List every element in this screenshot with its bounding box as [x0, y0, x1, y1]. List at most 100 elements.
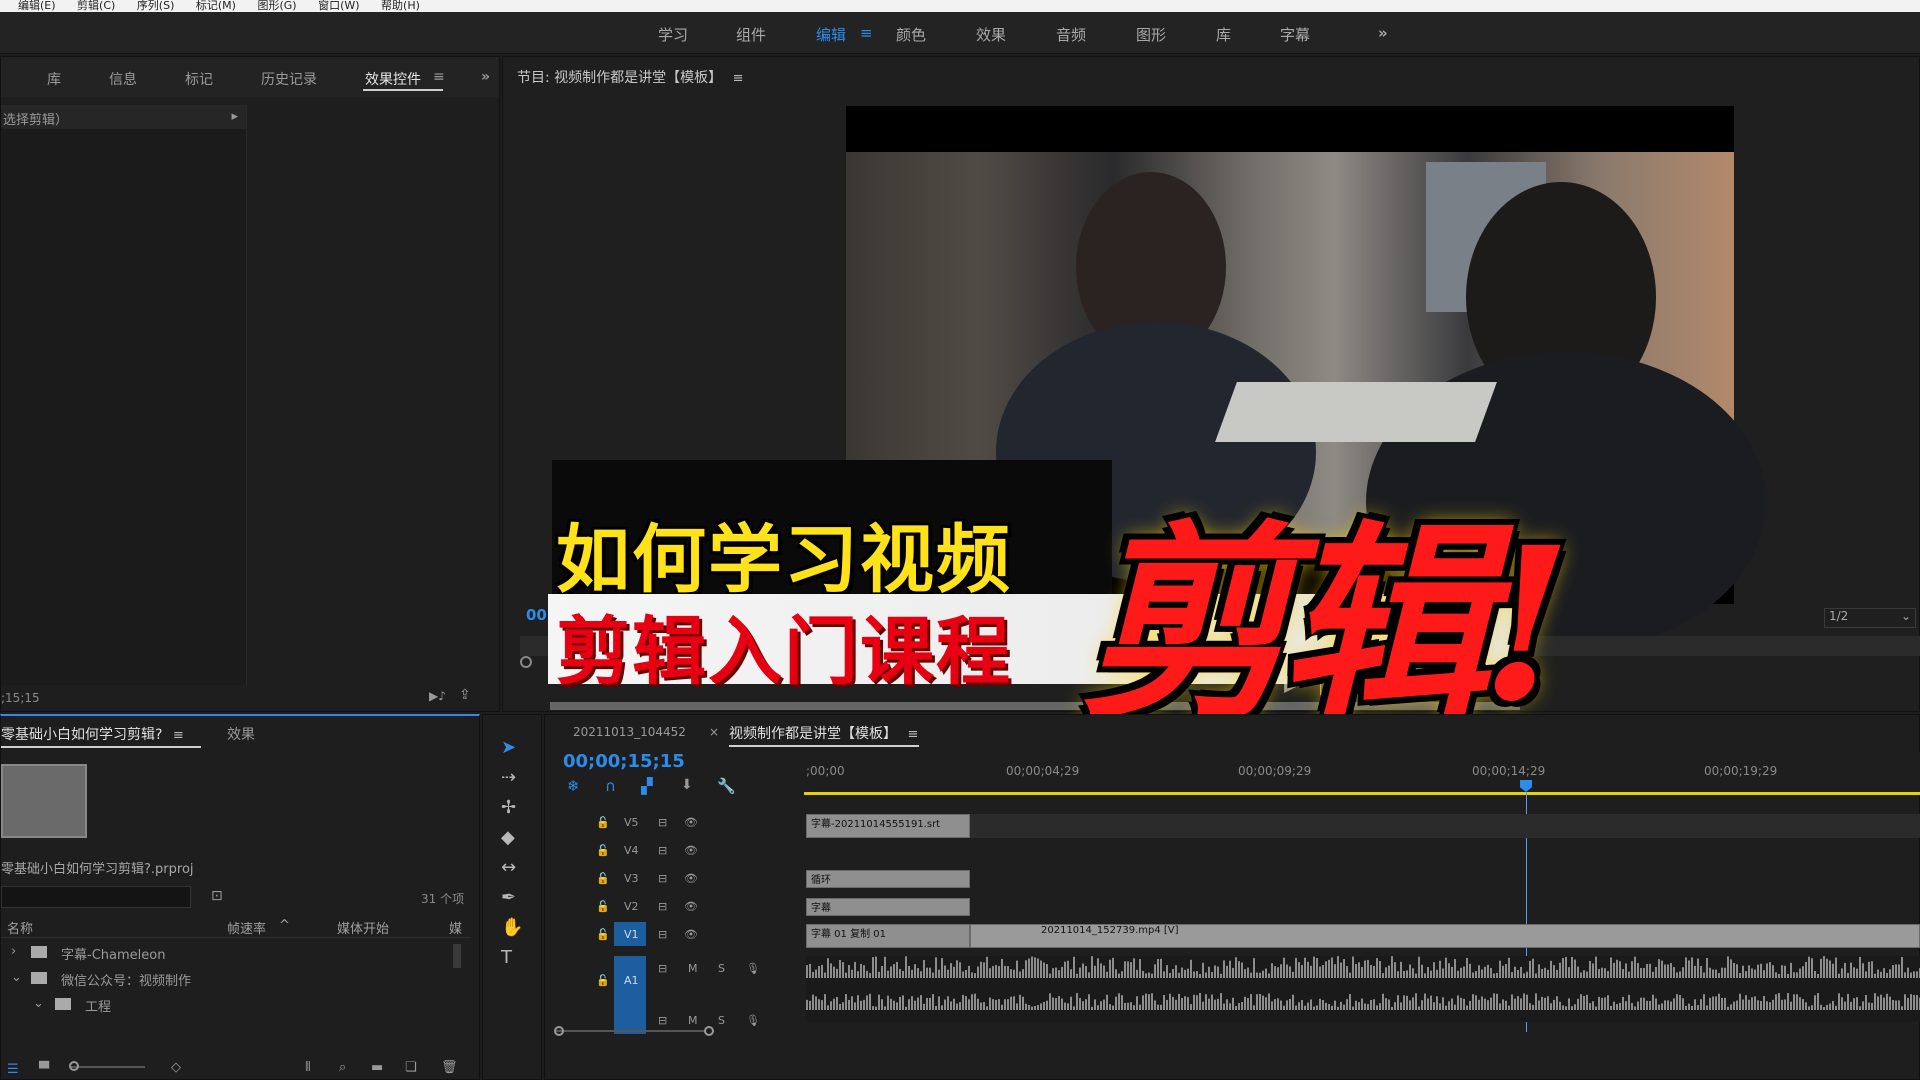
timeline-menu-icon[interactable]: ≡ — [907, 727, 918, 742]
clip-video-mp4[interactable]: 20211014_152739.mp4 [V] — [970, 924, 1920, 948]
project-row[interactable]: ⌄ 工程 — [1, 996, 471, 1022]
automate-icon[interactable]: ⦀ — [305, 1060, 311, 1075]
lock-icon[interactable]: 🔓 — [596, 900, 610, 913]
eye-icon[interactable]: 👁 — [684, 816, 698, 829]
sync-lock-icon[interactable]: ⊟ — [658, 900, 667, 913]
menu-window[interactable]: 窗口(W) — [318, 0, 359, 12]
clip-subtitle-copy[interactable]: 字幕 01 复制 01 — [806, 924, 970, 948]
track-select-tool-icon[interactable]: ⇢ — [501, 767, 516, 788]
sync-lock-icon[interactable]: ⊟ — [658, 962, 667, 975]
program-menu-icon[interactable]: ≡ — [733, 71, 744, 86]
selection-tool-icon[interactable]: ➤ — [501, 737, 516, 758]
mute-button[interactable]: M — [688, 1014, 698, 1027]
add-marker-icon[interactable]: ⬇ — [681, 777, 693, 793]
search-icon[interactable]: ⌕ — [339, 1060, 346, 1075]
project-row[interactable]: ⌄ 微信公众号：视频制作 — [1, 970, 471, 996]
microphone-icon[interactable]: 🎙 — [746, 962, 760, 975]
resolution-select[interactable]: 1/2 ⌄ — [1824, 608, 1916, 628]
linked-selection-icon[interactable]: ▞ — [641, 777, 653, 795]
nest-icon[interactable]: ❄ — [567, 777, 580, 795]
timeline-tab-2[interactable]: 视频制作都是讲堂【模板】 ≡ — [729, 723, 918, 743]
clip-subtitle-srt[interactable]: 字幕-20211014555191.srt — [806, 814, 970, 838]
snap-icon[interactable]: ∩ — [605, 777, 616, 795]
ripple-edit-tool-icon[interactable]: ✢ — [501, 797, 516, 818]
program-monitor-title[interactable]: 节目: 视频制作都是讲堂【模板】 ≡ — [517, 67, 744, 87]
collapse-arrow-icon[interactable]: ⌄ — [33, 996, 44, 1011]
razor-tool-icon[interactable]: ◆ — [501, 827, 515, 848]
panel-more-icon[interactable]: » — [481, 69, 490, 85]
timeline-tab-1[interactable]: 20211013_104452 — [573, 725, 686, 739]
clip-loop[interactable]: 循环 — [806, 870, 970, 888]
tab-libraries[interactable]: 库 — [47, 69, 61, 89]
wrench-icon[interactable]: 🔧 — [717, 777, 736, 795]
panel-menu-icon[interactable]: ≡ — [433, 69, 445, 85]
clip-subtitle[interactable]: 字幕 — [806, 898, 970, 916]
solo-button[interactable]: S — [718, 1014, 725, 1027]
project-search-input[interactable] — [1, 886, 191, 908]
track-label-v2[interactable]: V2 — [624, 900, 639, 913]
workspace-color[interactable]: 颜色 — [896, 24, 926, 45]
column-media[interactable]: 媒 — [449, 918, 462, 937]
new-item-icon[interactable]: ❏ — [405, 1060, 417, 1075]
slip-tool-icon[interactable]: ↔ — [501, 857, 516, 878]
timeline-timecode[interactable]: 00;00;15;15 — [563, 751, 685, 772]
sync-lock-icon[interactable]: ⊟ — [658, 844, 667, 857]
timeline-zoom-right-handle[interactable] — [704, 1026, 714, 1036]
expand-arrow-icon[interactable]: › — [11, 944, 16, 959]
audio-clip-a1[interactable] — [806, 956, 1920, 1022]
eye-icon[interactable]: 👁 — [684, 900, 698, 913]
trash-icon[interactable]: 🗑 — [441, 1060, 458, 1075]
type-tool-icon[interactable]: T — [501, 947, 512, 968]
workspace-menu-icon[interactable]: ≡ — [860, 24, 873, 42]
workspace-learn[interactable]: 学习 — [658, 24, 688, 45]
project-scrollbar[interactable] — [453, 944, 461, 968]
collapse-arrow-icon[interactable]: ⌄ — [11, 970, 22, 985]
track-label-v3[interactable]: V3 — [624, 872, 639, 885]
sort-up-icon[interactable]: ^ — [279, 918, 290, 933]
track-label-v1[interactable]: V1 — [624, 928, 639, 941]
sync-lock-icon[interactable]: ⊟ — [658, 872, 667, 885]
lock-icon[interactable]: 🔓 — [596, 974, 610, 987]
sync-lock-icon[interactable]: ⊟ — [658, 928, 667, 941]
track-label-a1[interactable]: A1 — [624, 974, 639, 987]
project-menu-icon[interactable]: ≡ — [173, 728, 184, 743]
lock-icon[interactable]: 🔓 — [596, 928, 610, 941]
workspace-editing[interactable]: 编辑 — [816, 24, 846, 45]
effect-controls-timecode[interactable]: ;15;15 — [1, 691, 40, 705]
work-area-bar[interactable] — [804, 792, 1920, 795]
sync-lock-icon[interactable]: ⊟ — [658, 1014, 667, 1027]
pen-tool-icon[interactable]: ✒ — [501, 887, 516, 908]
lock-icon[interactable]: 🔓 — [596, 844, 610, 857]
eye-icon[interactable]: 👁 — [684, 928, 698, 941]
microphone-icon[interactable]: 🎙 — [746, 1014, 760, 1027]
sort-icon[interactable]: ◇ — [171, 1060, 181, 1075]
track-label-v5[interactable]: V5 — [624, 816, 639, 829]
tab-effects[interactable]: 效果 — [227, 724, 255, 744]
menu-markers[interactable]: 标记(M) — [196, 0, 236, 12]
source-patch-a1[interactable] — [614, 956, 646, 1034]
column-name[interactable]: 名称 — [7, 918, 33, 937]
workspace-graphics[interactable]: 图形 — [1136, 24, 1166, 45]
list-view-icon[interactable]: ☰ — [7, 1062, 19, 1077]
project-row[interactable]: › 字幕-Chameleon — [1, 944, 471, 970]
menu-graphics[interactable]: 图形(G) — [257, 0, 296, 12]
zoom-slider[interactable] — [71, 1066, 145, 1068]
track-v5-area[interactable] — [970, 814, 1920, 838]
lock-icon[interactable]: 🔓 — [596, 816, 610, 829]
mute-button[interactable]: M — [688, 962, 698, 975]
find-bin-icon[interactable]: ⊡ — [211, 888, 223, 904]
sync-lock-icon[interactable]: ⊟ — [658, 816, 667, 829]
filter-icon[interactable]: ▶♪ — [429, 689, 446, 703]
timeline-zoom-scrollbar[interactable] — [556, 1030, 706, 1032]
close-icon[interactable]: × — [709, 725, 719, 739]
tab-info[interactable]: 信息 — [109, 69, 137, 89]
project-tab[interactable]: 零基础小白如何学习剪辑? ≡ — [1, 724, 184, 744]
zoom-slider-handle[interactable] — [69, 1061, 79, 1071]
export-icon[interactable]: ⇪ — [459, 687, 471, 703]
tab-effect-controls[interactable]: 效果控件 — [365, 69, 421, 89]
new-bin-icon[interactable]: ▬ — [371, 1060, 383, 1075]
workspace-audio[interactable]: 音频 — [1056, 24, 1086, 45]
tab-markers[interactable]: 标记 — [185, 69, 213, 89]
workspace-captions[interactable]: 字幕 — [1280, 24, 1310, 45]
column-frame-rate[interactable]: 帧速率 — [227, 918, 266, 937]
